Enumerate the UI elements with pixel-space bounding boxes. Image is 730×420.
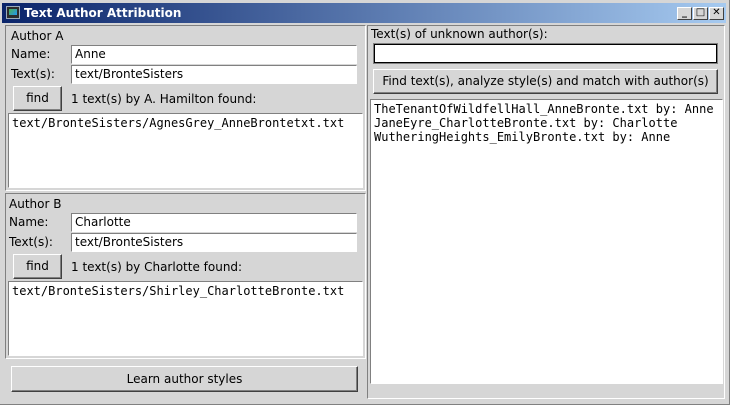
- author-b-status: 1 text(s) by Charlotte found:: [71, 260, 243, 274]
- list-item[interactable]: TheTenantOfWildfellHall_AnneBronte.txt b…: [374, 102, 719, 116]
- author-a-find-button[interactable]: find: [13, 86, 62, 111]
- title-bar[interactable]: Text Author Attribution _ □ ✕: [2, 3, 726, 23]
- author-a-texts-label: Text(s):: [11, 67, 55, 81]
- results-list[interactable]: TheTenantOfWildfellHall_AnneBronte.txt b…: [370, 99, 723, 384]
- app-window: Text Author Attribution _ □ ✕ Author A N…: [0, 0, 730, 405]
- author-b-texts-label: Text(s):: [9, 235, 53, 249]
- window-title: Text Author Attribution: [24, 6, 182, 20]
- author-a-status: 1 text(s) by A. Hamilton found:: [71, 92, 257, 106]
- minimize-icon[interactable]: _: [677, 7, 692, 20]
- unknown-author-panel: Text(s) of unknown author(s): Find text(…: [367, 25, 725, 399]
- list-item[interactable]: text/BronteSisters/AgnesGrey_AnneBrontet…: [12, 116, 359, 130]
- list-item[interactable]: WutheringHeights_EmilyBronte.txt by: Ann…: [374, 130, 719, 144]
- unknown-texts-input[interactable]: [373, 43, 718, 64]
- author-b-find-button[interactable]: find: [13, 254, 62, 279]
- list-item[interactable]: JaneEyre_CharlotteBronte.txt by: Charlot…: [374, 116, 719, 130]
- list-item[interactable]: text/BronteSisters/Shirley_CharlotteBron…: [12, 284, 359, 298]
- author-a-name-label: Name:: [11, 47, 51, 61]
- analyze-match-button[interactable]: Find text(s), analyze style(s) and match…: [373, 69, 718, 94]
- learn-author-styles-button[interactable]: Learn author styles: [11, 366, 358, 392]
- author-a-texts-input[interactable]: text/BronteSisters: [71, 65, 357, 84]
- unknown-heading: Text(s) of unknown author(s):: [371, 27, 548, 41]
- app-icon: [6, 6, 20, 19]
- author-b-name-input[interactable]: Charlotte: [71, 213, 357, 232]
- author-b-name-label: Name:: [9, 215, 49, 229]
- author-a-heading: Author A: [11, 29, 64, 43]
- author-a-file-list[interactable]: text/BronteSisters/AgnesGrey_AnneBrontet…: [8, 113, 363, 188]
- author-b-texts-input[interactable]: text/BronteSisters: [71, 233, 357, 252]
- author-a-panel: Author A Name: Anne Text(s): text/Bronte…: [5, 25, 366, 191]
- maximize-icon[interactable]: □: [693, 7, 708, 20]
- close-icon[interactable]: ✕: [709, 7, 724, 20]
- author-a-name-input[interactable]: Anne: [71, 45, 357, 64]
- author-b-panel: Author B Name: Charlotte Text(s): text/B…: [5, 193, 366, 359]
- author-b-heading: Author B: [9, 197, 62, 211]
- author-b-file-list[interactable]: text/BronteSisters/Shirley_CharlotteBron…: [8, 281, 363, 356]
